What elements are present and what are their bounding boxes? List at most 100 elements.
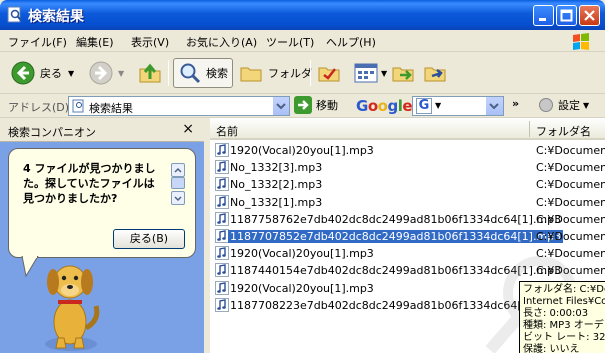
- move-to-folder-icon: [392, 67, 414, 82]
- search-button[interactable]: 検索: [173, 58, 233, 88]
- search-icon: [180, 63, 201, 84]
- chevron-down-icon: [174, 196, 182, 202]
- menu-edit[interactable]: 編集(E): [76, 34, 114, 50]
- maximize-icon: [560, 9, 573, 22]
- toolbar: 戻る ▼ ▼ 検索 フォルダ ▼: [0, 52, 605, 94]
- scroll-down-button[interactable]: [171, 191, 185, 205]
- folder-path: C:¥Document: [536, 144, 605, 157]
- assistant-speech-bubble: 4 ファイルが見つかりました。探していたファイルは見つかりましたか? 戻る(B): [8, 148, 196, 258]
- mp3-file-icon: [215, 229, 229, 246]
- google-dropdown-button[interactable]: [486, 97, 503, 115]
- rover-dog-icon: [45, 265, 100, 351]
- file-name: 1920(Vocal)20you[1].mp3: [230, 281, 374, 295]
- table-row[interactable]: No_1332[2].mp3 C:¥Document: [210, 176, 605, 193]
- settings-circle-icon: [539, 98, 553, 112]
- google-g-icon: G: [416, 98, 432, 114]
- file-name: 1920(Vocal)20you[1].mp3: [230, 247, 374, 261]
- mp3-file-icon: [215, 246, 229, 263]
- maximize-button[interactable]: [556, 5, 577, 26]
- folders-label: フォルダ: [268, 67, 312, 80]
- move-to-button[interactable]: [392, 58, 416, 88]
- folder-check-icon: [318, 67, 340, 82]
- mp3-file-icon: [215, 211, 229, 229]
- scroll-thumb[interactable]: [171, 177, 185, 189]
- mp3-file-icon: [215, 143, 229, 160]
- copy-to-folder-icon: [424, 67, 446, 82]
- address-dropdown-button[interactable]: [272, 97, 289, 115]
- tooltip-line: 保護: いいえ: [523, 344, 580, 353]
- search-companion-pane: 検索コンパニオン × 4 ファイルが見つかりました。探していたファイルは見つかり…: [0, 118, 204, 353]
- forward-button[interactable]: ▼: [88, 58, 124, 88]
- windows-logo-icon: [573, 33, 589, 50]
- file-name: 1187707852e7db402dc8dc2499ad81b06f1334dc…: [228, 230, 564, 243]
- mp3-file-icon: [215, 263, 229, 280]
- tooltip-line: Internet Files¥Co: [523, 296, 605, 307]
- views-button[interactable]: ▼: [354, 58, 387, 88]
- tooltip-line: フォルダ名: C:¥Do: [523, 284, 605, 295]
- mp3-file-icon: [215, 194, 229, 212]
- close-pane-icon[interactable]: ×: [182, 121, 194, 137]
- back-label: 戻る: [40, 67, 62, 80]
- google-settings-button[interactable]: 設定 ▼: [538, 97, 589, 113]
- chevron-down-icon: ▼: [68, 68, 75, 78]
- close-button[interactable]: [579, 5, 600, 26]
- list-header: 名前 フォルダ名: [210, 118, 605, 140]
- file-info-tooltip: フォルダ名: C:¥Do Internet Files¥Co 長さ: 0:00:…: [519, 281, 605, 353]
- column-folder-header[interactable]: フォルダ名: [536, 123, 591, 139]
- back-arrow-icon: [11, 61, 35, 85]
- folder-path: C:¥Document: [536, 230, 605, 243]
- search-results-icon: [72, 99, 84, 113]
- table-row[interactable]: No_1332[1].mp3 C:¥Document: [210, 194, 605, 211]
- chevron-down-icon: ▼: [381, 68, 388, 78]
- settings-label: 設定: [558, 99, 580, 112]
- google-search-input[interactable]: G ▼: [412, 96, 504, 116]
- forward-arrow-icon: [89, 61, 113, 85]
- menu-favorites[interactable]: お気に入り(A): [186, 34, 257, 50]
- window-title: 検索結果: [28, 9, 84, 25]
- mp3-file-icon: [215, 177, 229, 194]
- tooltip-line: 種類: MP3 オーデ: [523, 320, 604, 331]
- folder-path: C:¥Document: [536, 178, 605, 192]
- back-button-companion[interactable]: 戻る(B): [113, 229, 185, 249]
- table-row[interactable]: 1187758762e7db402dc8dc2499ad81b06f1334dc…: [210, 211, 605, 228]
- folder-path: C:¥Document: [536, 161, 605, 175]
- history-button[interactable]: [318, 58, 342, 88]
- file-name: No_1332[1].mp3: [230, 195, 323, 209]
- search-companion-title: 検索コンパニオン: [8, 126, 96, 139]
- table-row[interactable]: 1187707852e7db402dc8dc2499ad81b06f1334dc…: [210, 228, 605, 245]
- views-icon: [354, 63, 378, 83]
- tooltip-line: ビット レート: 320k: [523, 332, 605, 343]
- search-label: 検索: [206, 67, 228, 80]
- menu-file[interactable]: ファイル(F): [8, 34, 67, 50]
- table-row[interactable]: No_1332[3].mp3 C:¥Document: [210, 159, 605, 176]
- title-bar[interactable]: 検索結果: [0, 0, 605, 30]
- chevron-down-icon: ▼: [118, 68, 125, 78]
- back-button[interactable]: 戻る ▼: [10, 58, 74, 88]
- go-arrow-icon: [294, 96, 312, 114]
- mp3-file-icon: [215, 280, 229, 298]
- column-name-header[interactable]: 名前: [216, 123, 238, 139]
- folder-path: C:¥Document: [536, 195, 605, 209]
- up-folder-icon: [139, 63, 161, 83]
- scroll-up-button[interactable]: [171, 163, 185, 177]
- address-bar: アドレス(D) 検索結果 移動 Google G ▼ » 設定 ▼: [0, 94, 605, 118]
- table-row[interactable]: 1920(Vocal)20you[1].mp3 C:¥Document: [210, 142, 605, 159]
- toolbar-overflow-icon[interactable]: »: [512, 97, 519, 110]
- mp3-file-icon: [215, 160, 229, 177]
- minimize-button[interactable]: [533, 5, 554, 26]
- address-field[interactable]: 検索結果: [68, 96, 290, 116]
- chevron-down-icon: ▼: [583, 100, 590, 110]
- menu-help[interactable]: ヘルプ(H): [326, 34, 376, 50]
- chevron-down-icon: [489, 103, 499, 110]
- up-folder-button[interactable]: [138, 58, 162, 88]
- menu-view[interactable]: 表示(V): [131, 34, 169, 50]
- go-button[interactable]: 移動: [294, 96, 338, 114]
- menu-tools[interactable]: ツール(T): [266, 34, 314, 50]
- copy-to-button[interactable]: [424, 58, 448, 88]
- address-value: 検索結果: [89, 102, 133, 115]
- minimize-icon: [539, 18, 546, 21]
- chevron-down-icon: [276, 103, 286, 110]
- file-name: 1187758762e7db402dc8dc2499ad81b06f1334dc…: [230, 212, 562, 226]
- folders-button[interactable]: フォルダ: [240, 58, 312, 88]
- tooltip-line: 長さ: 0:00:03: [523, 308, 589, 319]
